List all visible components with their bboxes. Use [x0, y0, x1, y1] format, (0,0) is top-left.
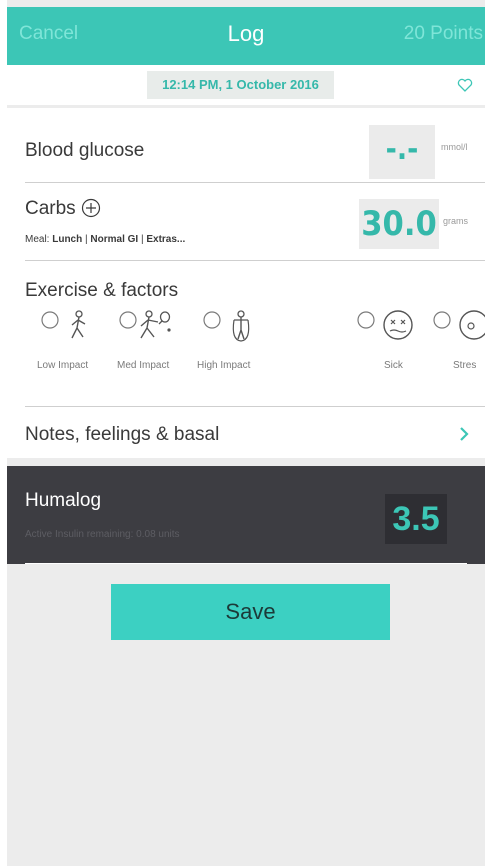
divider: [25, 406, 485, 407]
save-button[interactable]: Save: [111, 584, 390, 640]
factor-label-stress: Stres: [453, 360, 477, 371]
meal-prefix: Meal:: [25, 234, 50, 245]
carbs-input[interactable]: 30.0: [359, 199, 439, 249]
notes-link-label[interactable]: Notes, feelings & basal: [25, 424, 219, 446]
blood-glucose-input[interactable]: -.-: [369, 125, 435, 179]
blood-glucose-label: Blood glucose: [25, 140, 145, 161]
extras-link: Extras...: [146, 234, 186, 245]
date-bar: 12:14 PM, 1 October 2016: [7, 65, 485, 105]
carbs-label: Carbs: [25, 198, 76, 219]
exercise-label-med: Med Impact: [117, 360, 170, 371]
factor-label-sick: Sick: [384, 360, 403, 371]
jump-rope-icon[interactable]: [201, 308, 261, 342]
exercise-label-low: Low Impact: [37, 360, 89, 371]
insulin-panel: Humalog Active Insulin remaining: 0.08 u…: [7, 466, 485, 564]
walking-icon[interactable]: [39, 308, 99, 342]
divider: [25, 563, 467, 564]
points-button[interactable]: 20 Points: [404, 23, 483, 45]
gi-type: Normal GI: [90, 234, 139, 245]
app-screen: Cancel Log 20 Points 12:14 PM, 1 October…: [7, 0, 485, 866]
active-insulin-text: Active Insulin remaining: 0.08 units: [25, 529, 180, 540]
sick-face-icon[interactable]: [355, 308, 417, 342]
insulin-name: Humalog: [25, 490, 102, 511]
stress-face-icon[interactable]: [431, 308, 485, 342]
tennis-icon[interactable]: [117, 308, 181, 342]
exercise-title: Exercise & factors: [25, 280, 179, 301]
heart-icon[interactable]: [457, 78, 473, 92]
navigation-bar: Cancel Log 20 Points: [7, 7, 485, 65]
divider: [25, 260, 485, 261]
divider: [25, 182, 485, 183]
carbs-unit: grams: [443, 216, 469, 226]
chevron-right-icon[interactable]: [459, 426, 469, 442]
insulin-dose-input[interactable]: 3.5: [385, 494, 447, 544]
blood-glucose-unit: mmol/l: [441, 142, 468, 152]
log-form: Blood glucose -.- mmol/l Carbs Meal: Lun…: [7, 108, 485, 458]
plus-circle-icon[interactable]: [81, 198, 101, 218]
datetime-chip[interactable]: 12:14 PM, 1 October 2016: [147, 71, 334, 99]
exercise-label-high: High Impact: [197, 360, 251, 371]
meal-type: Lunch: [52, 234, 83, 245]
meal-info[interactable]: Meal: Lunch | Normal GI | Extras...: [25, 234, 185, 245]
